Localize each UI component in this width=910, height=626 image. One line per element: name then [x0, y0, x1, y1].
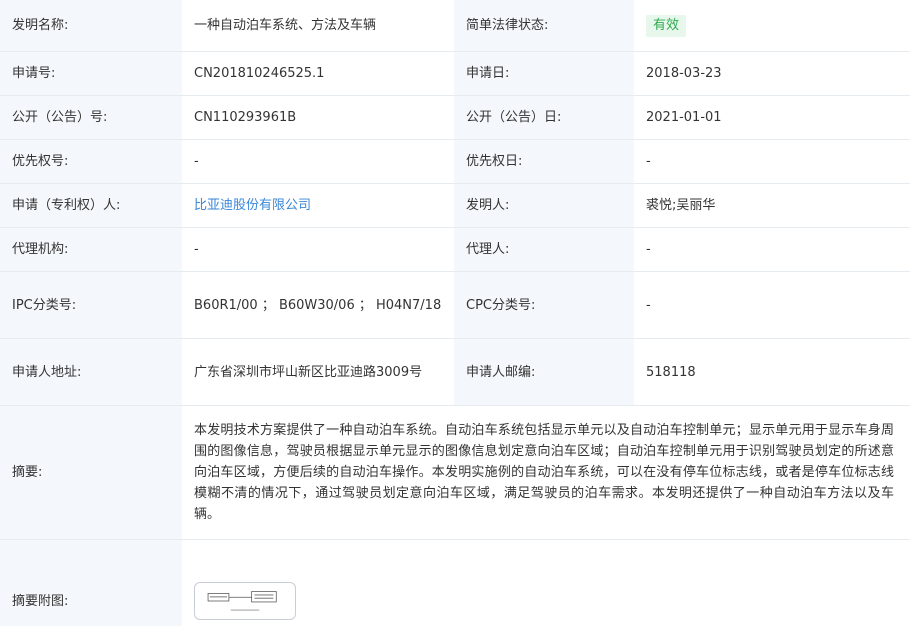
priority-date-value: - — [634, 140, 910, 184]
agency-label: 代理机构: — [0, 228, 182, 272]
figure-box-right — [251, 591, 277, 603]
row-application: 申请号: CN201810246525.1 申请日: 2018-03-23 — [0, 52, 910, 96]
ipc-label: IPC分类号: — [0, 272, 182, 339]
figure-box-left-text — [209, 596, 227, 598]
row-abstract: 摘要: 本发明技术方案提供了一种自动泊车系统。自动泊车系统包括显示单元以及自动泊… — [0, 406, 910, 540]
ipc-value: B60R1/00 ； B60W30/06 ； H04N7/18 — [182, 272, 454, 339]
patent-info-table: 发明名称: 一种自动泊车系统、方法及车辆 简单法律状态: 有效 申请号: CN2… — [0, 0, 910, 626]
figure-box-right-text-1 — [254, 594, 274, 596]
row-applicant: 申请（专利权）人: 比亚迪股份有限公司 发明人: 裘悦;吴丽华 — [0, 184, 910, 228]
abstract-text: 本发明技术方案提供了一种自动泊车系统。自动泊车系统包括显示单元以及自动泊车控制单… — [194, 423, 894, 522]
priority-date-label: 优先权日: — [454, 140, 634, 184]
abstract-figure-cell — [182, 540, 910, 626]
applicant-postcode-label: 申请人邮编: — [454, 339, 634, 406]
priority-number-label: 优先权号: — [0, 140, 182, 184]
applicant-address-label: 申请人地址: — [0, 339, 182, 406]
cpc-label: CPC分类号: — [454, 272, 634, 339]
figure-box-right-text-2 — [254, 597, 274, 599]
row-address: 申请人地址: 广东省深圳市坪山新区比亚迪路3009号 申请人邮编: 518118 — [0, 339, 910, 406]
applicant-label: 申请（专利权）人: — [0, 184, 182, 228]
applicant-address-value: 广东省深圳市坪山新区比亚迪路3009号 — [182, 339, 454, 406]
row-classification: IPC分类号: B60R1/00 ； B60W30/06 ； H04N7/18 … — [0, 272, 910, 339]
inventor-value: 裘悦;吴丽华 — [634, 184, 910, 228]
row-invention-name: 发明名称: 一种自动泊车系统、方法及车辆 简单法律状态: 有效 — [0, 0, 910, 52]
row-publication: 公开（公告）号: CN110293961B 公开（公告）日: 2021-01-0… — [0, 96, 910, 140]
application-number-label: 申请号: — [0, 52, 182, 96]
legal-status-cell: 有效 — [634, 0, 910, 52]
priority-number-value: - — [182, 140, 454, 184]
invention-name-value: 一种自动泊车系统、方法及车辆 — [182, 0, 454, 52]
row-abstract-figure: 摘要附图: — [0, 540, 910, 626]
agent-value: - — [634, 228, 910, 272]
figure-caption — [230, 609, 260, 611]
agent-label: 代理人: — [454, 228, 634, 272]
application-number-value: CN201810246525.1 — [182, 52, 454, 96]
publication-number-label: 公开（公告）号: — [0, 96, 182, 140]
publication-date-value: 2021-01-01 — [634, 96, 910, 140]
inventor-label: 发明人: — [454, 184, 634, 228]
abstract-figure-thumbnail[interactable] — [194, 582, 296, 620]
agency-value: - — [182, 228, 454, 272]
application-date-value: 2018-03-23 — [634, 52, 910, 96]
publication-date-label: 公开（公告）日: — [454, 96, 634, 140]
status-badge: 有效 — [646, 14, 687, 37]
abstract-figure-label: 摘要附图: — [0, 540, 182, 626]
applicant-cell: 比亚迪股份有限公司 — [182, 184, 454, 228]
applicant-postcode-value: 518118 — [634, 339, 910, 406]
abstract-label: 摘要: — [0, 406, 182, 540]
invention-name-label: 发明名称: — [0, 0, 182, 52]
application-date-label: 申请日: — [454, 52, 634, 96]
row-priority: 优先权号: - 优先权日: - — [0, 140, 910, 184]
row-agency: 代理机构: - 代理人: - — [0, 228, 910, 272]
abstract-cell: 本发明技术方案提供了一种自动泊车系统。自动泊车系统包括显示单元以及自动泊车控制单… — [182, 406, 910, 540]
legal-status-label: 简单法律状态: — [454, 0, 634, 52]
applicant-link[interactable]: 比亚迪股份有限公司 — [194, 195, 311, 216]
publication-number-value: CN110293961B — [182, 96, 454, 140]
cpc-value: - — [634, 272, 910, 339]
